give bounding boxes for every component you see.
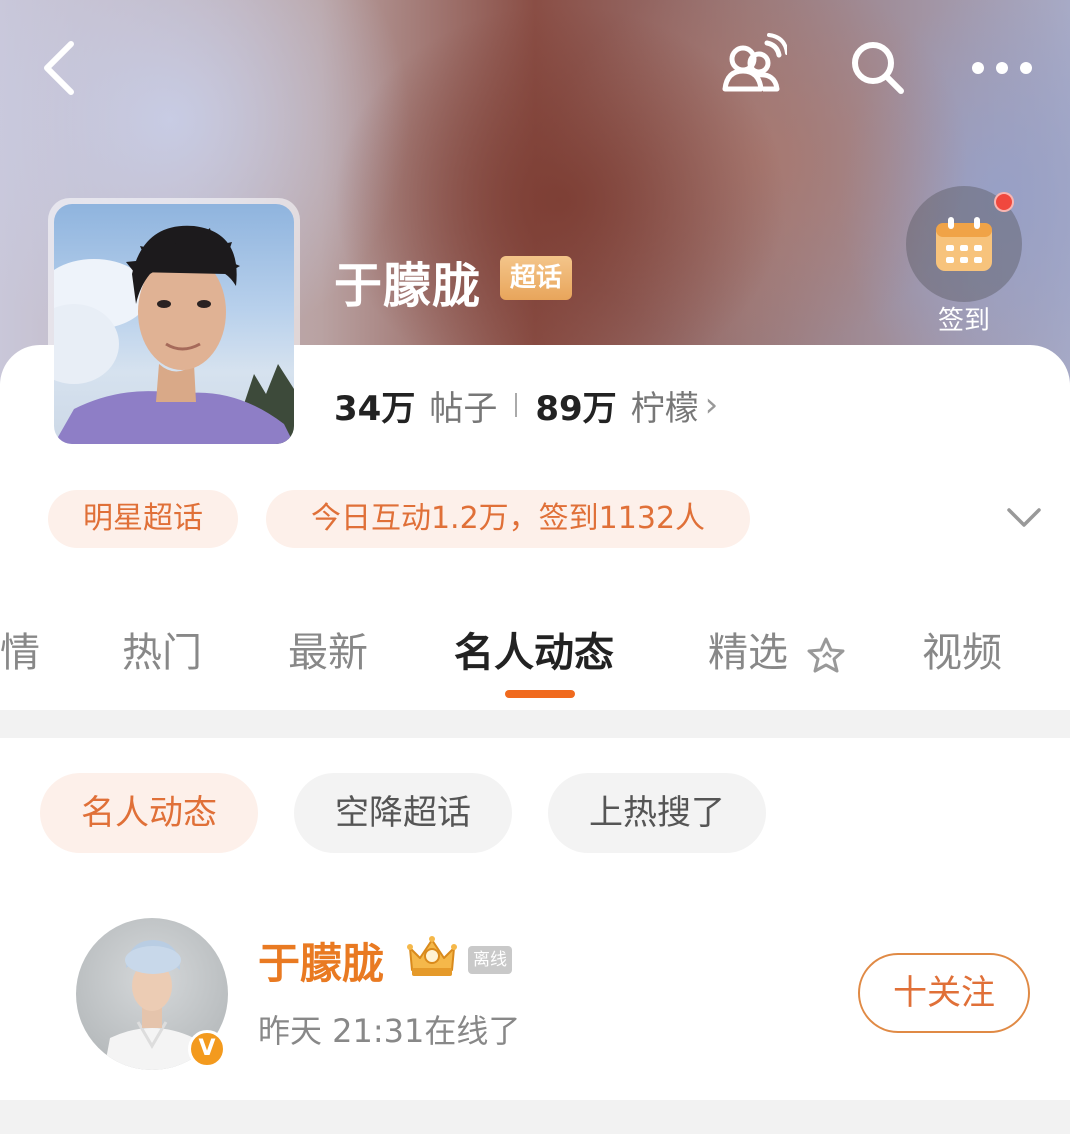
more-button[interactable]: [962, 28, 1042, 108]
notification-dot: [994, 192, 1014, 212]
topic-cover-image: [54, 204, 294, 444]
topic-cover[interactable]: [48, 198, 300, 450]
tab-featured[interactable]: 精选: [708, 620, 849, 678]
tab-video[interactable]: 视频: [922, 620, 1002, 678]
topic-stats[interactable]: 34万 帖子 89万 柠檬 ›: [334, 380, 718, 430]
subtab-celebrity-updates[interactable]: 名人动态: [40, 773, 258, 853]
checkin-label: 签到: [937, 306, 990, 336]
calendar-icon: [936, 217, 992, 271]
search-button[interactable]: [838, 28, 918, 108]
search-icon: [852, 42, 904, 94]
subtab-trending[interactable]: 上热搜了: [548, 773, 766, 853]
lemons-count: 89万: [535, 388, 617, 429]
crown-icon: [404, 934, 460, 980]
posts-count: 34万: [334, 388, 416, 429]
tab-celebrity-updates[interactable]: 名人动态: [454, 620, 614, 678]
verified-badge-icon: V: [188, 1030, 226, 1068]
tab-latest[interactable]: 最新: [288, 620, 368, 678]
active-tab-indicator: [505, 690, 575, 698]
chevron-right-icon: ›: [704, 385, 719, 425]
lemons-label: 柠檬: [630, 388, 699, 429]
more-icon: [972, 62, 1032, 74]
chevron-down-icon: [1007, 508, 1041, 527]
posts-label: 帖子: [429, 388, 498, 429]
today-activity-pill[interactable]: 今日互动1.2万，签到1132人: [266, 490, 750, 548]
back-button[interactable]: [24, 28, 94, 108]
back-icon: [44, 41, 74, 95]
category-pill[interactable]: 明星超话: [48, 490, 238, 548]
section-divider: [0, 710, 1070, 738]
expand-button[interactable]: [996, 496, 1052, 540]
tab-bar: 情 热门 最新 名人动态 精选 视频: [0, 610, 1070, 700]
topic-title: 于朦胧: [334, 258, 482, 314]
bottom-divider: [0, 1100, 1070, 1134]
subtab-airdrop[interactable]: 空降超话: [294, 773, 512, 853]
last-online-status: 昨天 21:31在线了: [258, 1012, 521, 1050]
stats-separator: [515, 393, 518, 417]
user-name[interactable]: 于朦胧: [258, 930, 384, 991]
tab-hot[interactable]: 热门: [122, 620, 202, 678]
message-people-button[interactable]: [712, 28, 792, 108]
offline-tag: 离线: [468, 946, 512, 974]
follow-button[interactable]: 十关注: [858, 953, 1030, 1033]
tab-featured-label: 精选: [708, 630, 788, 676]
super-topic-badge: 超话: [500, 256, 573, 300]
message-people-icon: [722, 33, 787, 92]
tab-partial[interactable]: 情: [0, 620, 40, 678]
sparkle-star-icon: [807, 637, 845, 673]
